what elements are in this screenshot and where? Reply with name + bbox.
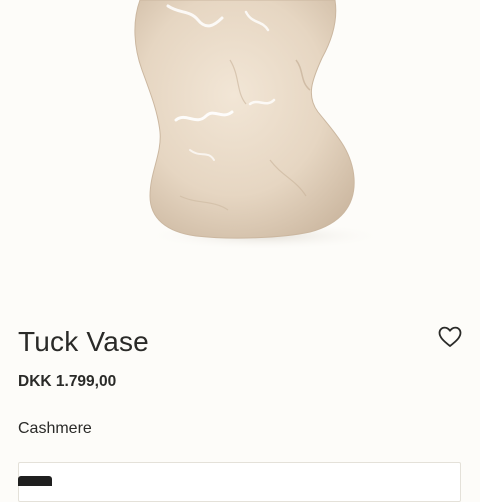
- vase-image: [134, 0, 385, 250]
- product-title: Tuck Vase: [18, 326, 149, 357]
- variant-swatch[interactable]: [18, 476, 52, 486]
- variant-label: Cashmere: [18, 420, 92, 437]
- wishlist-button[interactable]: [436, 324, 464, 350]
- heart-icon: [438, 326, 462, 347]
- product-image[interactable]: [0, 0, 480, 300]
- product-price: DKK 1.799,00: [18, 373, 117, 390]
- variant-selector[interactable]: [18, 462, 461, 502]
